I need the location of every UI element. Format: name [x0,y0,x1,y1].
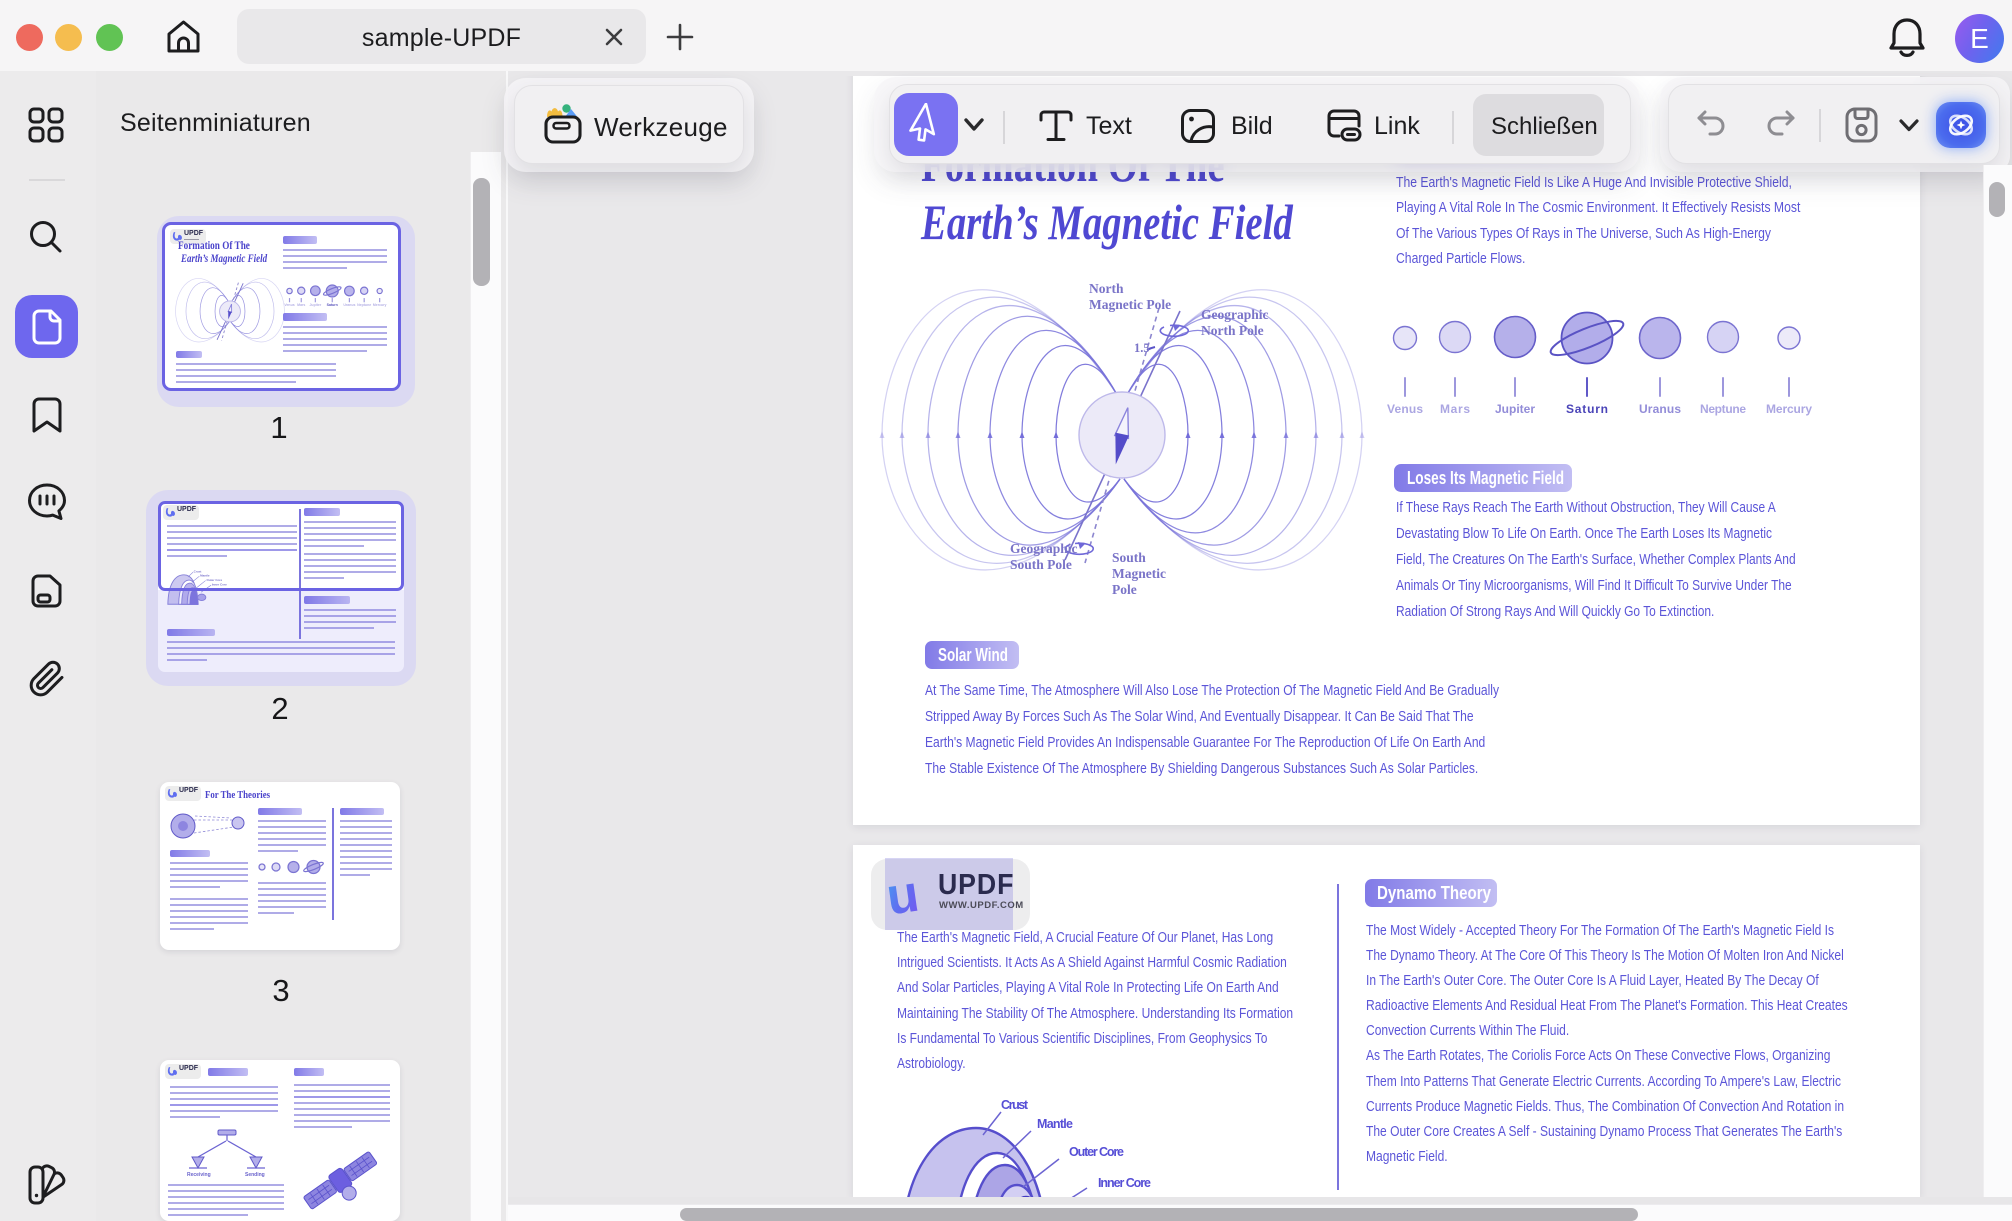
svg-text:North Pole: North Pole [1201,323,1264,338]
svg-text:Neptune: Neptune [1700,402,1746,416]
svg-text:Mercury: Mercury [373,303,387,307]
svg-text:Mantle: Mantle [1037,1117,1073,1131]
svg-text:Magnetic Pole: Magnetic Pole [1089,297,1171,312]
svg-text:Venus: Venus [1387,402,1423,416]
svg-text:Jupiter: Jupiter [309,303,321,307]
svg-text:Geographic: Geographic [1010,541,1078,556]
svg-text:Pole: Pole [1112,582,1137,595]
svg-text:Outer Core: Outer Core [1069,1145,1124,1159]
svg-text:Mars: Mars [297,303,305,307]
svg-text:Neptune: Neptune [357,303,371,307]
svg-text:u: u [887,872,923,920]
svg-text:Saturn: Saturn [327,303,338,307]
svg-text:South: South [1112,550,1146,565]
svg-text:Saturn: Saturn [1566,402,1608,416]
svg-text:Geographic: Geographic [1201,307,1269,322]
svg-text:Uranus: Uranus [343,303,355,307]
svg-text:Jupiter: Jupiter [1495,402,1535,416]
svg-text:1.5: 1.5 [1134,341,1150,355]
svg-text:Receiving: Receiving [187,1172,211,1178]
svg-text:Sending: Sending [245,1172,265,1178]
svg-text:Venus: Venus [284,303,294,307]
svg-text:Magnetic: Magnetic [1112,566,1166,581]
svg-text:Mars: Mars [1440,402,1470,416]
svg-text:South Pole: South Pole [1010,557,1072,572]
svg-text:Mercury: Mercury [1766,402,1812,416]
svg-text:Uranus: Uranus [1639,402,1681,416]
svg-text:Inner Core: Inner Core [1098,1176,1151,1190]
svg-text:North: North [1089,281,1124,296]
svg-text:Crust: Crust [1001,1098,1029,1112]
